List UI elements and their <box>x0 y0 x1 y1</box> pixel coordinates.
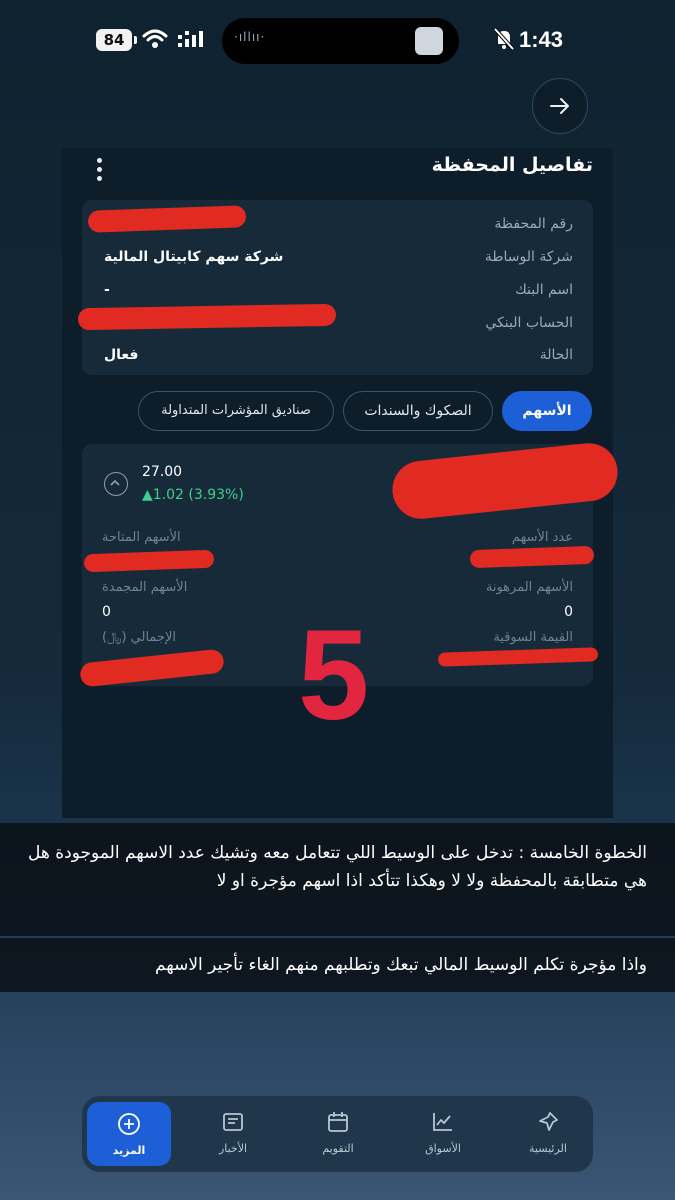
more-options-icon[interactable] <box>92 156 106 182</box>
stock-change: ▲1.02 (3.93%) <box>142 487 244 503</box>
pledged-shares-label: الأسهم المرهونة <box>485 580 573 595</box>
step-number: 5 <box>298 604 370 747</box>
nav-more[interactable]: المزيد <box>87 1102 171 1166</box>
wifi-icon <box>142 29 168 48</box>
bottom-navigation: الرئيسية الأسواق التقويم الأخبار المزيد <box>82 1096 593 1172</box>
battery-indicator: 84 <box>96 29 137 51</box>
news-icon <box>223 1113 243 1131</box>
frozen-shares-label: الأسهم المجمدة <box>102 580 188 595</box>
tab-etfs[interactable]: صناديق المؤشرات المتداولة <box>138 391 334 431</box>
frozen-shares-value: 0 <box>102 604 111 620</box>
arrow-right-icon <box>550 98 569 114</box>
signal-icon <box>178 31 203 47</box>
available-shares-label: الأسهم المتاحة <box>102 530 181 545</box>
back-button[interactable] <box>532 78 588 134</box>
nav-news[interactable]: الأخبار <box>188 1096 278 1172</box>
audio-waveform-icon: ·ıllıı· <box>234 30 266 44</box>
expand-chevron-icon[interactable] <box>104 472 128 496</box>
pledged-shares-value: 0 <box>564 604 573 620</box>
home-icon <box>539 1112 558 1131</box>
dynamic-island: ·ıllıı· <box>222 18 459 64</box>
bank-name-value: - <box>104 282 110 298</box>
tab-sukuk-bonds[interactable]: الصكوك والسندات <box>343 391 493 431</box>
bank-name-label: اسم البنك <box>515 282 573 298</box>
silent-bell-icon <box>494 28 514 50</box>
market-value-label: القيمة السوقية <box>493 630 573 645</box>
status-value: فعال <box>104 347 139 363</box>
clock: 1:43 <box>519 27 564 52</box>
total-label: الإجمالي (﷼) <box>102 630 177 645</box>
tab-stocks[interactable]: الأسهم <box>502 391 592 431</box>
page-title: تفاصيل المحفظة <box>431 154 593 176</box>
app-thumbnail-icon <box>415 27 443 55</box>
portfolio-number-label: رقم المحفظة <box>494 216 573 232</box>
brokerage-value: شركة سهم كابيتال المالية <box>104 249 284 265</box>
nav-markets[interactable]: الأسواق <box>398 1096 488 1172</box>
nav-calendar[interactable]: التقويم <box>293 1096 383 1172</box>
nav-home[interactable]: الرئيسية <box>503 1096 593 1172</box>
plus-icon <box>118 1113 140 1135</box>
caption-followup-instruction: واذا مؤجرة تكلم الوسيط المالي تبعك وتطلب… <box>0 938 675 992</box>
redaction-mark <box>77 303 337 331</box>
stock-price: 27.00 <box>142 464 183 480</box>
calendar-icon <box>328 1112 348 1132</box>
shares-count-label: عدد الأسهم <box>511 530 573 545</box>
caption-step-instruction: الخطوة الخامسة : تدخل على الوسيط اللي تت… <box>0 823 675 936</box>
status-label: الحالة <box>539 347 573 363</box>
chart-icon <box>433 1113 452 1131</box>
status-bar: 84 ·ıllıı· 1:43 <box>0 0 675 80</box>
brokerage-label: شركة الوساطة <box>484 249 573 265</box>
bank-account-label: الحساب البنكي <box>485 315 573 331</box>
